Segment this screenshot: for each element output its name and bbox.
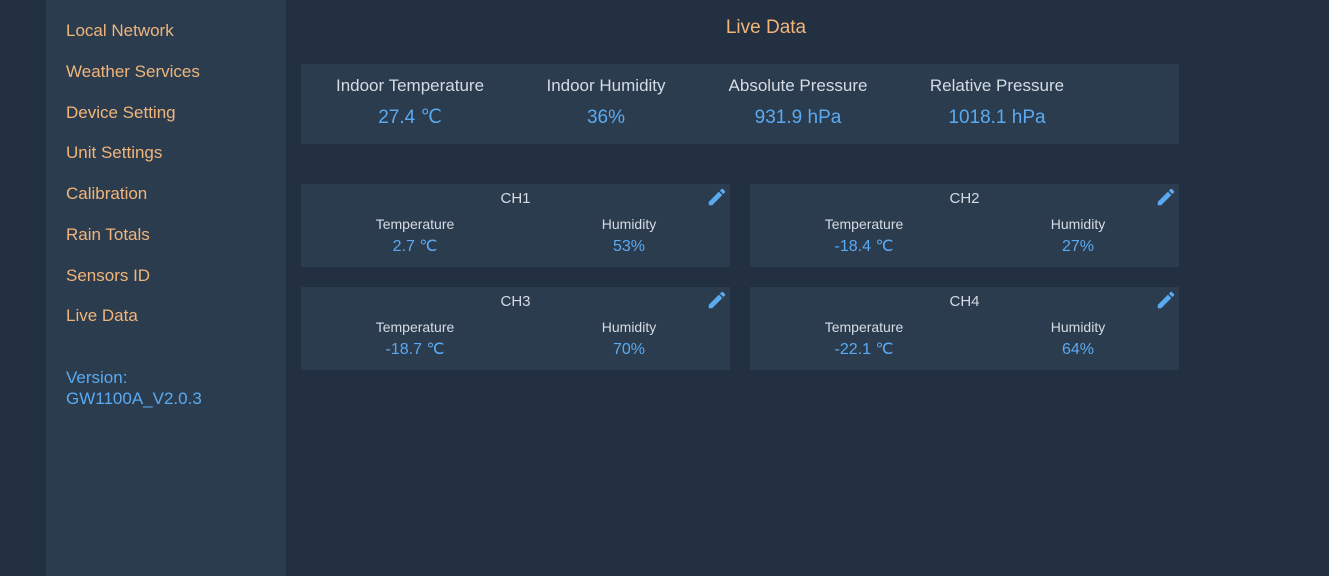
channel-card-ch1: CH1 Temperature 2.7 ℃ Humidity 53% (301, 184, 730, 267)
temperature-value: -22.1 ℃ (834, 341, 894, 358)
humidity-value: 27% (1061, 238, 1095, 255)
channel-title: CH1 (500, 190, 531, 207)
humidity-value: 53% (612, 238, 646, 255)
relative-pressure-label: Relative Pressure (929, 76, 1065, 95)
channel-title: CH2 (949, 190, 980, 207)
absolute-pressure-value: 931.9 hPa (754, 107, 842, 128)
nav-item-device-setting[interactable]: Device Setting (66, 103, 176, 123)
relative-pressure-value: 1018.1 hPa (948, 107, 1046, 128)
nav-item-rain-totals[interactable]: Rain Totals (66, 225, 150, 245)
page-title: Live Data (725, 17, 807, 38)
humidity-label: Humidity (1050, 216, 1106, 232)
nav-item-unit-settings[interactable]: Unit Settings (66, 143, 162, 163)
indoor-humidity-value: 36% (586, 107, 626, 128)
temperature-value: -18.7 ℃ (385, 341, 445, 358)
indoor-humidity-label: Indoor Humidity (546, 76, 666, 95)
sidebar: Local Network Weather Services Device Se… (46, 0, 286, 576)
indoor-humidity-stat: Indoor Humidity 36% (516, 64, 696, 144)
humidity-value: 70% (612, 341, 646, 358)
channel-title: CH3 (500, 293, 531, 310)
indoor-temperature-stat: Indoor Temperature 27.4 ℃ (320, 64, 500, 144)
channel-title: CH4 (949, 293, 980, 310)
absolute-pressure-stat: Absolute Pressure 931.9 hPa (708, 64, 888, 144)
indoor-temperature-label: Indoor Temperature (335, 76, 485, 95)
channel-card-ch2: CH2 Temperature -18.4 ℃ Humidity 27% (750, 184, 1179, 267)
temperature-label: Temperature (375, 319, 455, 335)
channel-card-ch3: CH3 Temperature -18.7 ℃ Humidity 70% (301, 287, 730, 370)
nav-item-sensors-id[interactable]: Sensors ID (66, 266, 150, 286)
nav-item-weather-services[interactable]: Weather Services (66, 62, 200, 82)
temperature-value: 2.7 ℃ (392, 238, 438, 255)
humidity-label: Humidity (601, 216, 657, 232)
nav-item-calibration[interactable]: Calibration (66, 184, 147, 204)
version-info: Version: GW1100A_V2.0.3 (66, 367, 202, 409)
temperature-label: Temperature (824, 319, 904, 335)
temperature-value: -18.4 ℃ (834, 238, 894, 255)
relative-pressure-stat: Relative Pressure 1018.1 hPa (907, 64, 1087, 144)
pencil-icon[interactable] (1155, 289, 1177, 311)
pencil-icon[interactable] (1155, 186, 1177, 208)
absolute-pressure-label: Absolute Pressure (728, 76, 868, 95)
temperature-label: Temperature (824, 216, 904, 232)
nav-item-live-data[interactable]: Live Data (66, 306, 138, 326)
indoor-summary-panel: Indoor Temperature 27.4 ℃ Indoor Humidit… (301, 64, 1179, 144)
humidity-label: Humidity (601, 319, 657, 335)
humidity-label: Humidity (1050, 319, 1106, 335)
temperature-label: Temperature (375, 216, 455, 232)
version-label: Version: (66, 368, 128, 387)
pencil-icon[interactable] (706, 186, 728, 208)
nav-item-local-network[interactable]: Local Network (66, 21, 174, 41)
channel-card-ch4: CH4 Temperature -22.1 ℃ Humidity 64% (750, 287, 1179, 370)
humidity-value: 64% (1061, 341, 1095, 358)
version-value: GW1100A_V2.0.3 (66, 389, 202, 408)
pencil-icon[interactable] (706, 289, 728, 311)
indoor-temperature-value: 27.4 ℃ (378, 107, 442, 128)
